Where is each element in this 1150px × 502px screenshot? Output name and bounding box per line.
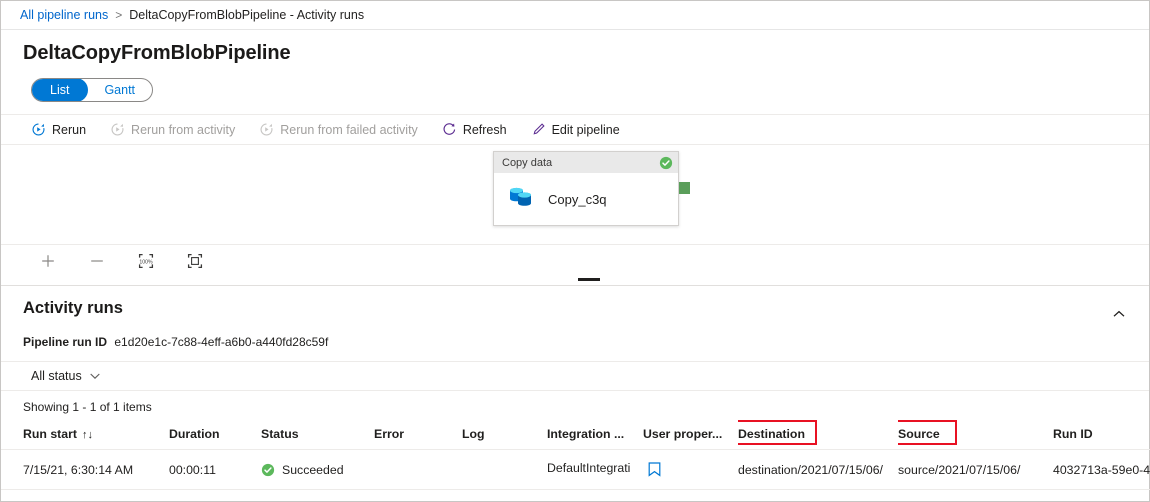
reset-zoom-icon[interactable]: 100% <box>137 252 155 270</box>
column-header-status[interactable]: Status <box>261 420 374 450</box>
status-filter-label: All status <box>31 369 82 383</box>
rerun-from-activity-label: Rerun from activity <box>131 123 235 137</box>
collapse-chevron-up-icon[interactable] <box>1111 299 1127 327</box>
zoom-in-icon[interactable] <box>39 252 57 270</box>
column-header-log[interactable]: Log <box>462 420 547 450</box>
breadcrumb-current: DeltaCopyFromBlobPipeline - Activity run… <box>129 8 364 22</box>
activity-node-name: Copy_c3q <box>548 192 607 207</box>
fit-to-screen-icon[interactable] <box>186 252 204 270</box>
status-success-icon <box>261 463 275 477</box>
tab-list[interactable]: List <box>31 78 88 102</box>
rerun-label: Rerun <box>52 123 86 137</box>
pipeline-canvas[interactable]: Copy data <box>1 145 1149 244</box>
zoom-out-icon[interactable] <box>88 252 106 270</box>
column-header-integration-runtime[interactable]: Integration ... <box>547 420 643 450</box>
cell-integration-runtime: DefaultIntegrati <box>547 450 643 490</box>
status-filter-row: All status <box>1 361 1149 391</box>
activity-node-type: Copy data <box>502 157 552 169</box>
activity-node-body: Copy_c3q <box>494 173 678 225</box>
cell-error <box>374 450 462 490</box>
copy-data-icon <box>508 184 535 214</box>
activity-runs-page: All pipeline runs > DeltaCopyFromBlobPip… <box>0 0 1150 502</box>
column-label: Destination <box>738 427 805 441</box>
activity-node-header: Copy data <box>494 152 678 173</box>
pipeline-run-id-value: e1d20e1c-7c88-4eff-a6b0-a440fd28c59f <box>114 335 328 349</box>
rerun-from-activity-icon <box>110 122 125 137</box>
column-label: Source <box>898 427 940 441</box>
breadcrumb: All pipeline runs > DeltaCopyFromBlobPip… <box>1 1 1149 30</box>
rerun-from-failed-activity-button: Rerun from failed activity <box>259 115 418 144</box>
page-title: DeltaCopyFromBlobPipeline <box>1 30 1149 65</box>
tab-gantt[interactable]: Gantt <box>87 79 152 101</box>
status-badge: Succeeded <box>282 463 344 477</box>
activity-node-output-port[interactable] <box>679 182 690 194</box>
breadcrumb-separator: > <box>115 8 122 22</box>
refresh-label: Refresh <box>463 123 507 137</box>
bookmark-icon[interactable] <box>643 463 661 477</box>
activity-runs-table: Run start ↑↓ Duration Status Error Log In… <box>1 420 1150 490</box>
rerun-icon <box>31 122 46 137</box>
cell-status: Succeeded <box>261 450 374 490</box>
column-header-source[interactable]: Source <box>898 420 1053 450</box>
column-header-destination[interactable]: Destination <box>738 420 898 450</box>
activity-runs-title: Activity runs <box>23 299 123 318</box>
pipeline-run-id-row: Pipeline run ID e1d20e1c-7c88-4eff-a6b0-… <box>1 327 1149 349</box>
breadcrumb-all-pipeline-runs[interactable]: All pipeline runs <box>20 8 108 22</box>
column-header-error[interactable]: Error <box>374 420 462 450</box>
refresh-icon <box>442 122 457 137</box>
cell-source: source/2021/07/15/06/ <box>898 450 1053 490</box>
cell-destination: destination/2021/07/15/06/ <box>738 450 898 490</box>
sort-arrows-icon: ↑↓ <box>82 429 93 441</box>
cell-duration: 00:00:11 <box>169 450 261 490</box>
edit-pipeline-button[interactable]: Edit pipeline <box>531 115 620 144</box>
column-header-run-id[interactable]: Run ID <box>1053 420 1150 450</box>
table-row[interactable]: 7/15/21, 6:30:14 AM 00:00:11 Succeeded <box>1 450 1150 490</box>
results-count: Showing 1 - 1 of 1 items <box>1 391 1149 414</box>
status-filter-dropdown[interactable]: All status <box>31 369 100 383</box>
canvas-zoom-controls: 100% <box>1 244 1149 277</box>
pencil-icon <box>531 122 546 137</box>
toolbar: Rerun Rerun from activity Rerun from <box>1 114 1149 145</box>
activity-node-copy-data[interactable]: Copy data <box>493 151 679 226</box>
cell-user-properties <box>643 450 738 490</box>
refresh-button[interactable]: Refresh <box>442 115 507 144</box>
cell-run-start: 7/15/21, 6:30:14 AM <box>1 450 169 490</box>
column-header-duration[interactable]: Duration <box>169 420 261 450</box>
activity-runs-header: Activity runs <box>1 286 1149 327</box>
splitter-row <box>1 277 1149 286</box>
column-header-user-properties[interactable]: User proper... <box>643 420 738 450</box>
table-header-row: Run start ↑↓ Duration Status Error Log In… <box>1 420 1150 450</box>
chevron-down-icon <box>90 373 100 380</box>
cell-run-id: 4032713a-59e0-41 <box>1053 450 1150 490</box>
svg-text:100%: 100% <box>139 259 153 265</box>
view-toggle: List Gantt <box>1 65 1149 102</box>
column-label: Run start <box>23 427 77 441</box>
column-header-run-start[interactable]: Run start ↑↓ <box>1 420 169 450</box>
rerun-from-failed-activity-icon <box>259 122 274 137</box>
edit-pipeline-label: Edit pipeline <box>552 123 620 137</box>
cell-log <box>462 450 547 490</box>
rerun-from-activity-button: Rerun from activity <box>110 115 235 144</box>
integration-runtime-value: DefaultIntegrati <box>547 461 630 475</box>
pipeline-run-id-label: Pipeline run ID <box>23 335 107 349</box>
rerun-button[interactable]: Rerun <box>31 115 86 144</box>
panel-resize-handle[interactable] <box>578 278 600 281</box>
success-check-icon <box>659 156 673 170</box>
rerun-from-failed-activity-label: Rerun from failed activity <box>280 123 418 137</box>
